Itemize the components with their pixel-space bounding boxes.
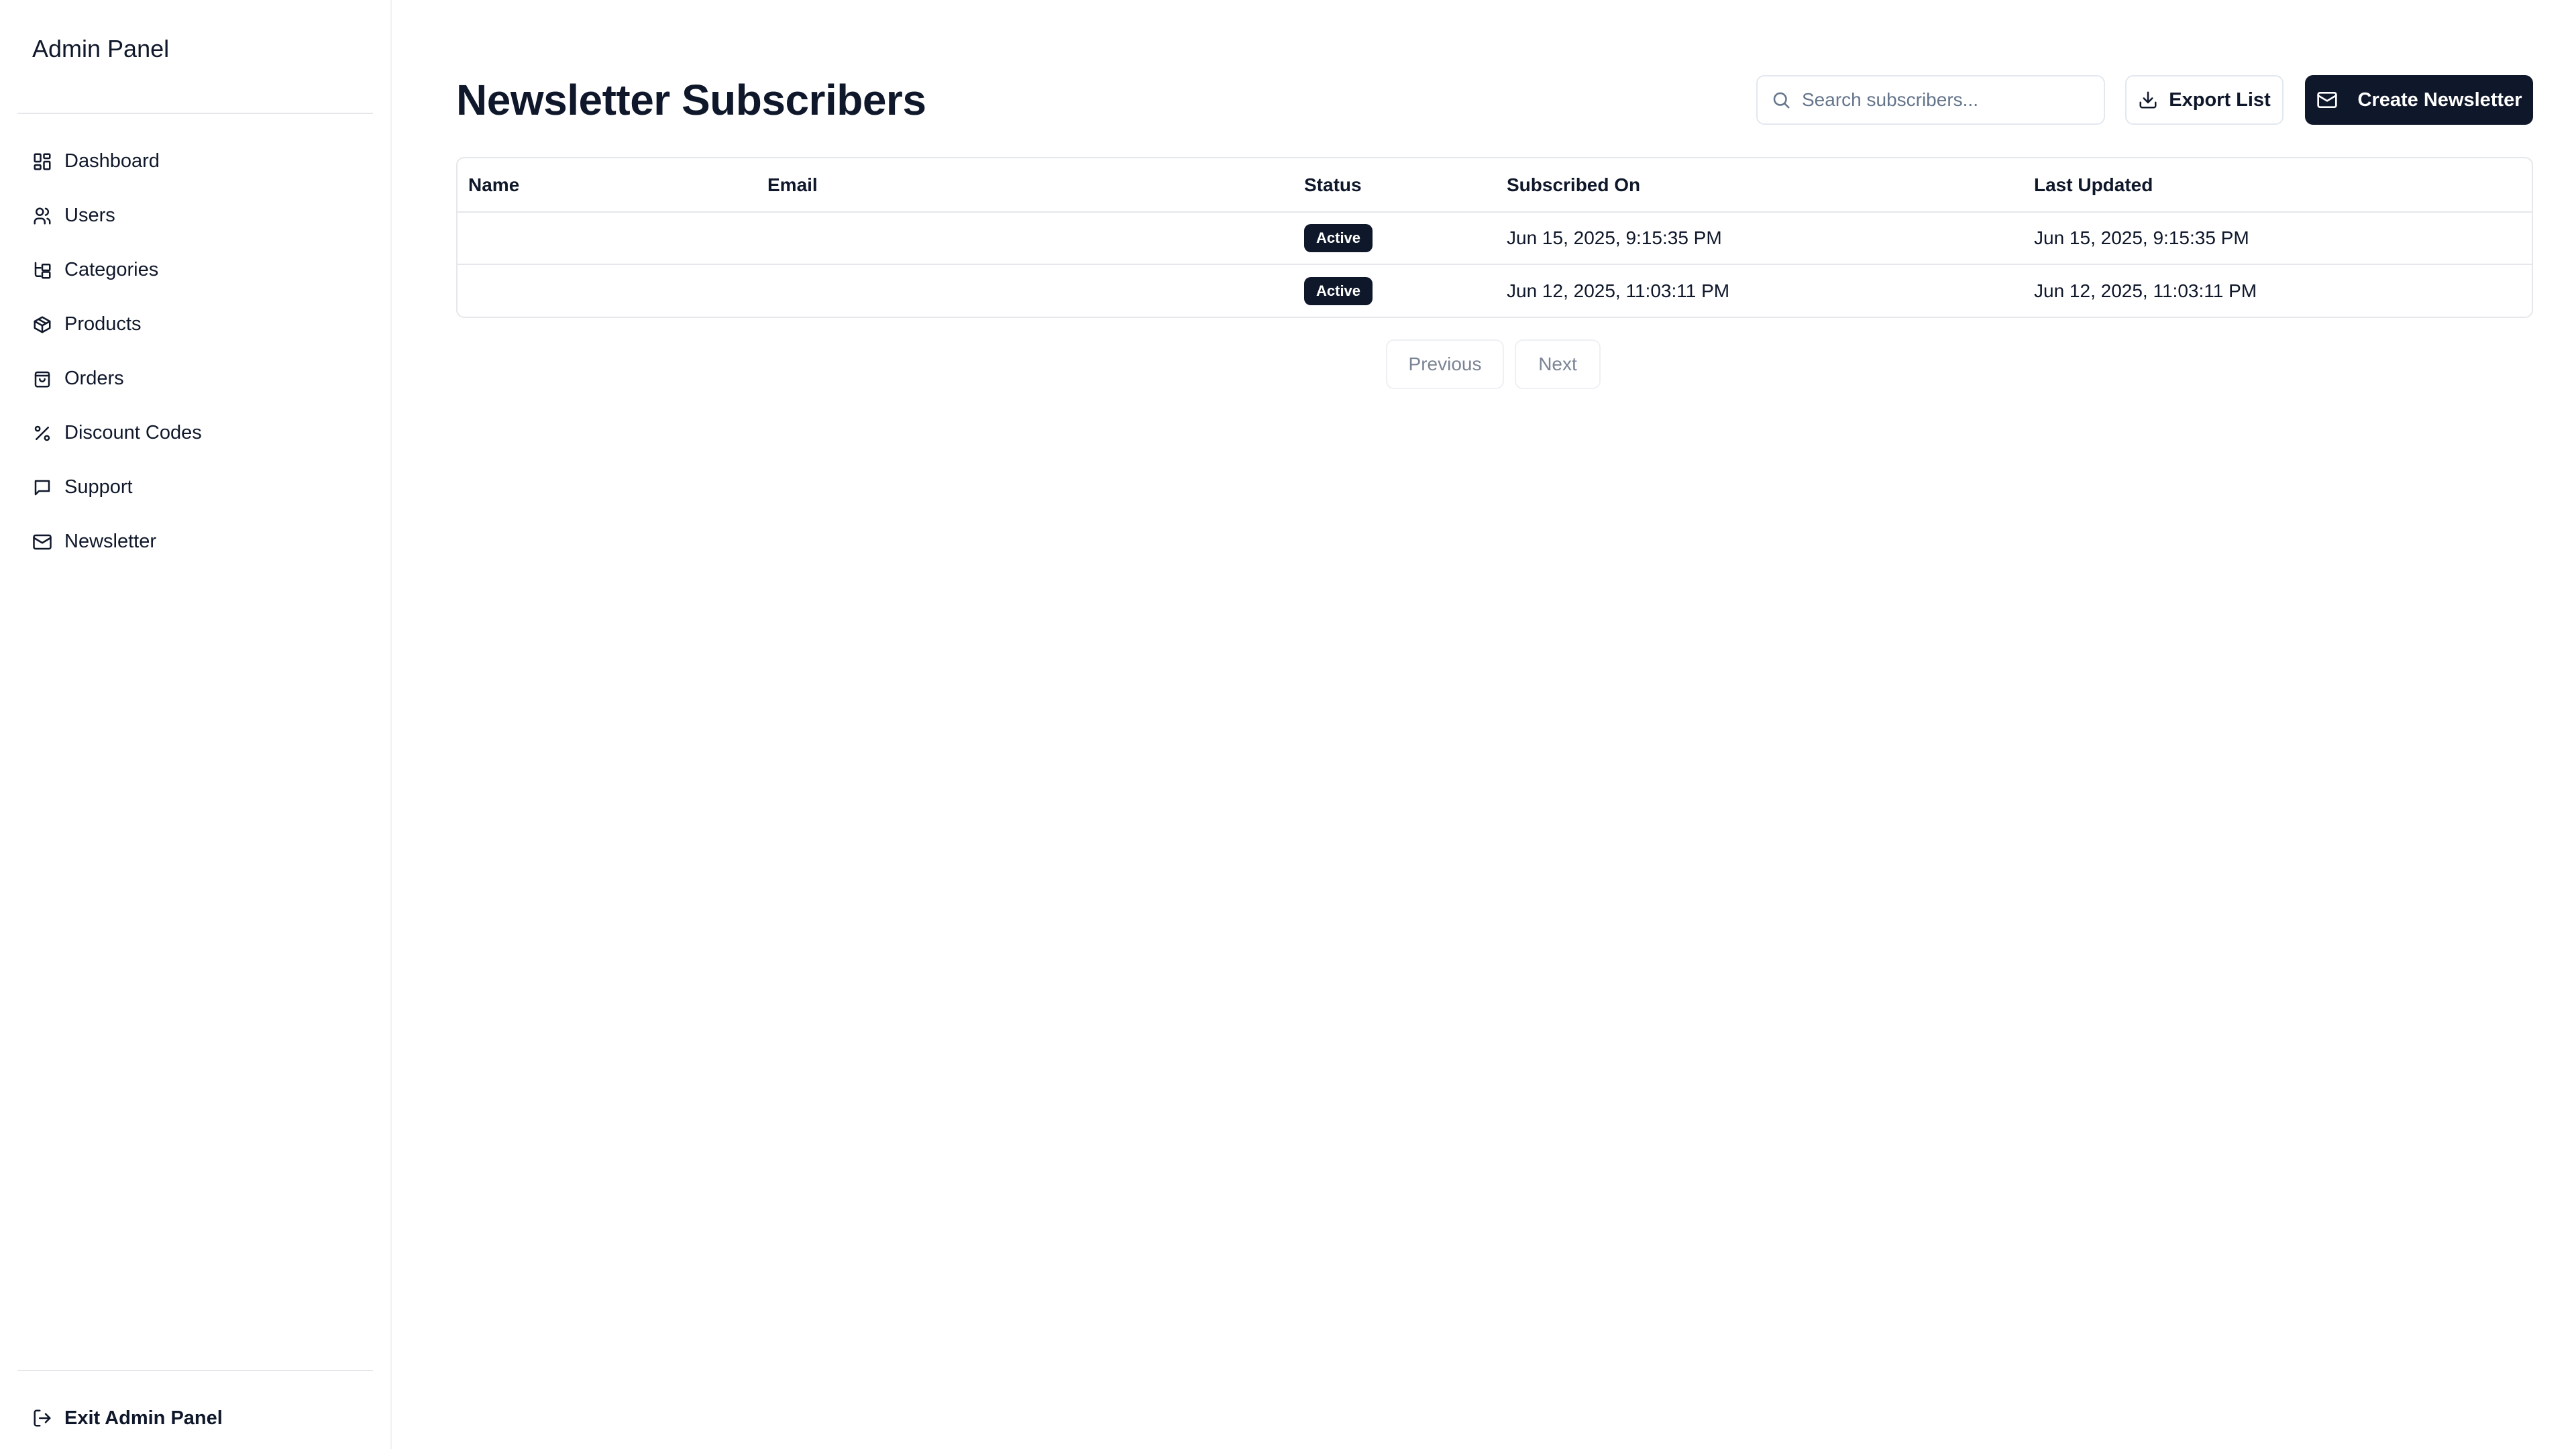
- table-row[interactable]: Active Jun 15, 2025, 9:15:35 PM Jun 15, …: [458, 212, 2532, 265]
- cell-subscribed-on: Jun 15, 2025, 9:15:35 PM: [1496, 212, 2023, 265]
- sidebar-item-categories[interactable]: Categories: [17, 243, 374, 297]
- status-badge: Active: [1304, 276, 1373, 305]
- cell-last-updated: Jun 15, 2025, 9:15:35 PM: [2023, 212, 2532, 265]
- sidebar-item-label: Orders: [64, 368, 124, 389]
- percent-icon: [32, 423, 52, 443]
- create-newsletter-button[interactable]: Create Newsletter: [2305, 75, 2533, 125]
- status-badge: Active: [1304, 224, 1373, 252]
- dashboard-icon: [32, 152, 52, 172]
- categories-icon: [32, 260, 52, 280]
- sidebar-item-label: Categories: [64, 259, 159, 280]
- sidebar-item-support[interactable]: Support: [17, 460, 374, 515]
- subscribers-table: Name Email Status Subscribed On Last Upd…: [456, 157, 2533, 318]
- sidebar-item-dashboard[interactable]: Dashboard: [17, 134, 374, 189]
- sidebar-divider-bottom: [17, 1370, 373, 1371]
- table-header-row: Name Email Status Subscribed On Last Upd…: [458, 158, 2532, 213]
- cell-status: Active: [1293, 264, 1496, 317]
- export-list-label: Export List: [2169, 89, 2271, 111]
- export-list-button[interactable]: Export List: [2125, 75, 2284, 125]
- sidebar-item-label: Dashboard: [64, 150, 160, 172]
- mail-icon: [32, 532, 52, 552]
- users-icon: [32, 206, 52, 226]
- table-row[interactable]: Active Jun 12, 2025, 11:03:11 PM Jun 12,…: [458, 264, 2532, 317]
- exit-admin-button[interactable]: Exit Admin Panel: [17, 1391, 374, 1445]
- download-icon: [2138, 90, 2158, 110]
- column-header-subscribed-on[interactable]: Subscribed On: [1496, 158, 2023, 213]
- sidebar-item-label: Newsletter: [64, 531, 156, 552]
- next-page-button[interactable]: Next: [1515, 339, 1601, 389]
- sidebar-item-orders[interactable]: Orders: [17, 352, 374, 406]
- sidebar-item-discount-codes[interactable]: Discount Codes: [17, 406, 374, 460]
- main-content: Newsletter Subscribers Export List Creat…: [392, 0, 2576, 1449]
- cell-email: [757, 212, 1293, 265]
- sidebar-item-label: Discount Codes: [64, 422, 202, 443]
- search-icon: [1771, 90, 1791, 110]
- shopping-bag-icon: [32, 369, 52, 389]
- search-box[interactable]: [1756, 75, 2105, 125]
- sidebar-item-users[interactable]: Users: [17, 189, 374, 243]
- sidebar-nav: Dashboard Users Categories Products Orde…: [17, 134, 374, 569]
- column-header-status[interactable]: Status: [1293, 158, 1496, 213]
- page-title: Newsletter Subscribers: [456, 76, 926, 124]
- brand-title: Admin Panel: [32, 35, 170, 62]
- column-header-email[interactable]: Email: [757, 158, 1293, 213]
- logout-icon: [32, 1408, 52, 1428]
- sidebar-item-newsletter[interactable]: Newsletter: [17, 515, 374, 569]
- message-icon: [32, 478, 52, 498]
- create-newsletter-label: Create Newsletter: [2357, 89, 2522, 111]
- cell-name: [458, 212, 757, 265]
- sidebar-item-label: Users: [64, 205, 115, 226]
- mail-icon: [2316, 89, 2338, 111]
- column-header-last-updated[interactable]: Last Updated: [2023, 158, 2532, 213]
- cell-status: Active: [1293, 212, 1496, 265]
- exit-admin-label: Exit Admin Panel: [64, 1407, 223, 1429]
- sidebar-item-products[interactable]: Products: [17, 297, 374, 352]
- cell-last-updated: Jun 12, 2025, 11:03:11 PM: [2034, 280, 2257, 301]
- sidebar-item-label: Products: [64, 313, 142, 335]
- column-header-name[interactable]: Name: [458, 158, 757, 213]
- sidebar-item-label: Support: [64, 476, 133, 498]
- box-icon: [32, 315, 52, 335]
- sidebar-divider-top: [17, 113, 373, 114]
- previous-page-button[interactable]: Previous: [1386, 339, 1504, 389]
- cell-subscribed-on: Jun 12, 2025, 11:03:11 PM: [1507, 280, 1730, 301]
- sidebar: Admin Panel Dashboard Users Categories P…: [0, 0, 392, 1449]
- search-input[interactable]: [1802, 89, 2097, 111]
- cell-email: [757, 264, 1293, 317]
- pagination: Previous Next: [1386, 339, 1601, 389]
- app-root: Admin Panel Dashboard Users Categories P…: [0, 0, 2576, 1449]
- cell-name: [458, 264, 757, 317]
